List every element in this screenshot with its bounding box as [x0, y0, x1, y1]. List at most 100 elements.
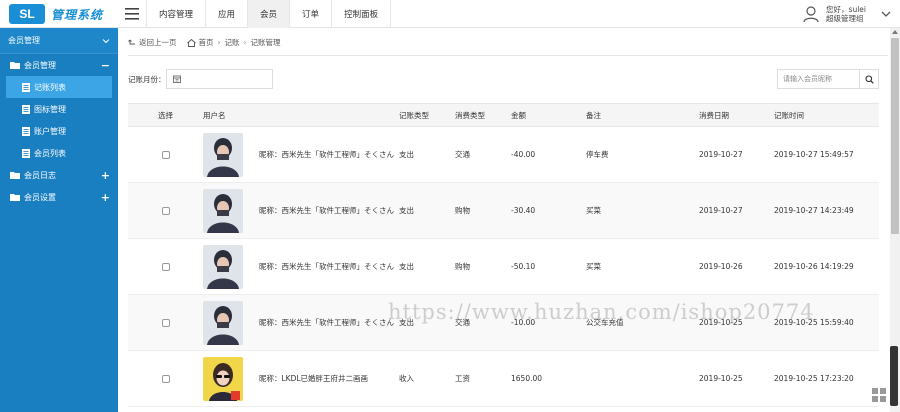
avatar [203, 356, 243, 401]
cell-time: 2019-10-25 15:59:40 [774, 318, 854, 327]
document-icon [22, 104, 30, 114]
avatar [203, 188, 243, 233]
cell-amount: -10.00 [511, 318, 536, 327]
table-header: 选择 用户名 记账类型 消费类型 金额 备注 消费日期 记账时间 [128, 103, 879, 127]
records-table: 选择 用户名 记账类型 消费类型 金额 备注 消费日期 记账时间 昵称：西米先生… [128, 103, 879, 407]
header-date: 消费日期 [699, 110, 729, 120]
cell-consume: 购物 [455, 262, 470, 271]
cell-type: 支出 [399, 262, 414, 271]
cell-date: 2019-10-25 [699, 374, 743, 383]
side-widget[interactable] [890, 346, 898, 406]
header-type: 记账类型 [399, 110, 429, 120]
logo-badge: SL [9, 4, 45, 24]
sidebar-item-icon-management[interactable]: 图标管理 [0, 98, 118, 120]
table-row: 昵称：西米先生「软件工程师」そくさん 支出 交通 -40.00 停车费 2019… [128, 127, 879, 183]
header-select: 选择 [158, 110, 173, 120]
main-content: 返回上一页 首页 › 记账 › 记账管理 记账月份： 选择 用户名 记账类型 消… [118, 28, 890, 412]
menu-toggle-icon[interactable] [118, 0, 146, 28]
row-checkbox[interactable] [161, 262, 170, 271]
cell-type: 支出 [399, 318, 414, 327]
sidebar-group-label: 会员日志 [24, 170, 56, 180]
sidebar-item-label: 图标管理 [34, 104, 66, 114]
table-row: 昵称：西米先生「软件工程师」そくさん 支出 购物 -30.40 买菜 2019-… [128, 183, 879, 239]
home-link[interactable]: 首页 [186, 37, 214, 48]
breadcrumb-separator: › [217, 38, 221, 47]
folder-icon [10, 172, 20, 179]
calendar-icon [173, 75, 181, 83]
header-note: 备注 [586, 110, 601, 120]
grid-icon[interactable] [872, 388, 886, 402]
avatar [203, 244, 243, 289]
month-picker[interactable] [166, 69, 273, 89]
expand-icon[interactable]: + [101, 191, 110, 204]
tab-orders[interactable]: 订单 [289, 0, 331, 28]
breadcrumb-level2: 记账管理 [250, 38, 281, 47]
sidebar-header[interactable]: 会员管理 [0, 28, 118, 54]
document-icon [22, 126, 30, 136]
cell-type: 支出 [399, 150, 414, 159]
user-nickname: 昵称：西米先生「软件工程师」そくさん [259, 205, 394, 215]
document-icon [22, 82, 30, 92]
row-checkbox[interactable] [161, 150, 170, 159]
cell-time: 2019-10-25 17:23:20 [774, 374, 854, 383]
tab-control-panel[interactable]: 控制面板 [331, 0, 392, 28]
tab-members[interactable]: 会员 [247, 0, 290, 28]
sidebar-item-member-list[interactable]: 会员列表 [0, 142, 118, 164]
tab-content[interactable]: 内容管理 [146, 0, 205, 28]
avatar [203, 300, 243, 345]
table-row: 昵称：LKDL已婚胖王府井二画画 收入 工资 1650.00 2019-10-2… [128, 351, 879, 407]
breadcrumb-level1[interactable]: 记账 [225, 37, 240, 48]
cell-note: 买菜 [586, 262, 601, 271]
header-amount: 金额 [511, 110, 526, 120]
folder-icon [10, 194, 20, 201]
back-link[interactable]: 返回上一页 [128, 37, 177, 48]
cell-date: 2019-10-27 [699, 206, 743, 215]
home-link-label: 首页 [198, 38, 214, 47]
sidebar: 会员管理 会员管理 − 记账列表 图标管理 账户管理 会员列表 会员日志 + 会… [0, 28, 118, 412]
scroll-up-arrow-icon[interactable] [892, 30, 898, 34]
sidebar-group-member-settings[interactable]: 会员设置 + [0, 186, 118, 208]
user-icon [803, 6, 819, 23]
scroll-thumb[interactable] [891, 38, 899, 234]
chevron-down-icon[interactable] [880, 8, 892, 20]
sidebar-group-label: 会员设置 [24, 192, 56, 202]
sidebar-group-label: 会员管理 [24, 60, 56, 70]
cell-date: 2019-10-27 [699, 150, 743, 159]
search-input[interactable] [777, 69, 859, 89]
sidebar-header-label: 会员管理 [8, 36, 40, 45]
user-menu[interactable]: 您好，sulei 超级管理组 [802, 0, 892, 28]
app-logo[interactable]: SL 管理系统 [9, 4, 103, 24]
top-nav: 内容管理 应用 会员 订单 控制面板 [146, 0, 392, 28]
tab-apps[interactable]: 应用 [205, 0, 247, 28]
back-link-label: 返回上一页 [139, 38, 177, 47]
header-time: 记账时间 [774, 110, 804, 120]
cell-time: 2019-10-27 14:23:49 [774, 206, 854, 215]
cell-date: 2019-10-26 [699, 262, 743, 271]
expand-icon[interactable]: + [101, 169, 110, 182]
cell-time: 2019-10-26 14:19:29 [774, 262, 854, 271]
document-icon [22, 148, 30, 158]
divider [128, 55, 888, 56]
cell-amount: -50.10 [511, 262, 536, 271]
cell-type: 收入 [399, 374, 414, 383]
sidebar-item-label: 记账列表 [34, 82, 66, 92]
home-icon [186, 38, 196, 47]
row-checkbox[interactable] [161, 206, 170, 215]
sidebar-group-member-log[interactable]: 会员日志 + [0, 164, 118, 186]
search-button[interactable] [859, 69, 879, 89]
table-row: 昵称：西米先生「软件工程师」そくさん 支出 交通 -10.00 公交车充值 20… [128, 295, 879, 351]
cell-amount: -40.00 [511, 150, 536, 159]
cell-date: 2019-10-25 [699, 318, 743, 327]
collapse-icon[interactable]: − [101, 59, 110, 72]
sidebar-item-label: 会员列表 [34, 148, 66, 158]
row-checkbox[interactable] [161, 318, 170, 327]
header-consume: 消费类型 [455, 110, 485, 120]
table-row: 昵称：西米先生「软件工程师」そくさん 支出 购物 -50.10 买菜 2019-… [128, 239, 879, 295]
cell-note: 停车费 [586, 150, 609, 159]
back-arrow-icon [128, 39, 135, 44]
folder-icon [10, 62, 20, 69]
row-checkbox[interactable] [161, 374, 170, 383]
sidebar-group-member-management[interactable]: 会员管理 − [0, 54, 118, 76]
sidebar-item-account-management[interactable]: 账户管理 [0, 120, 118, 142]
sidebar-item-account-list[interactable]: 记账列表 [6, 76, 112, 98]
